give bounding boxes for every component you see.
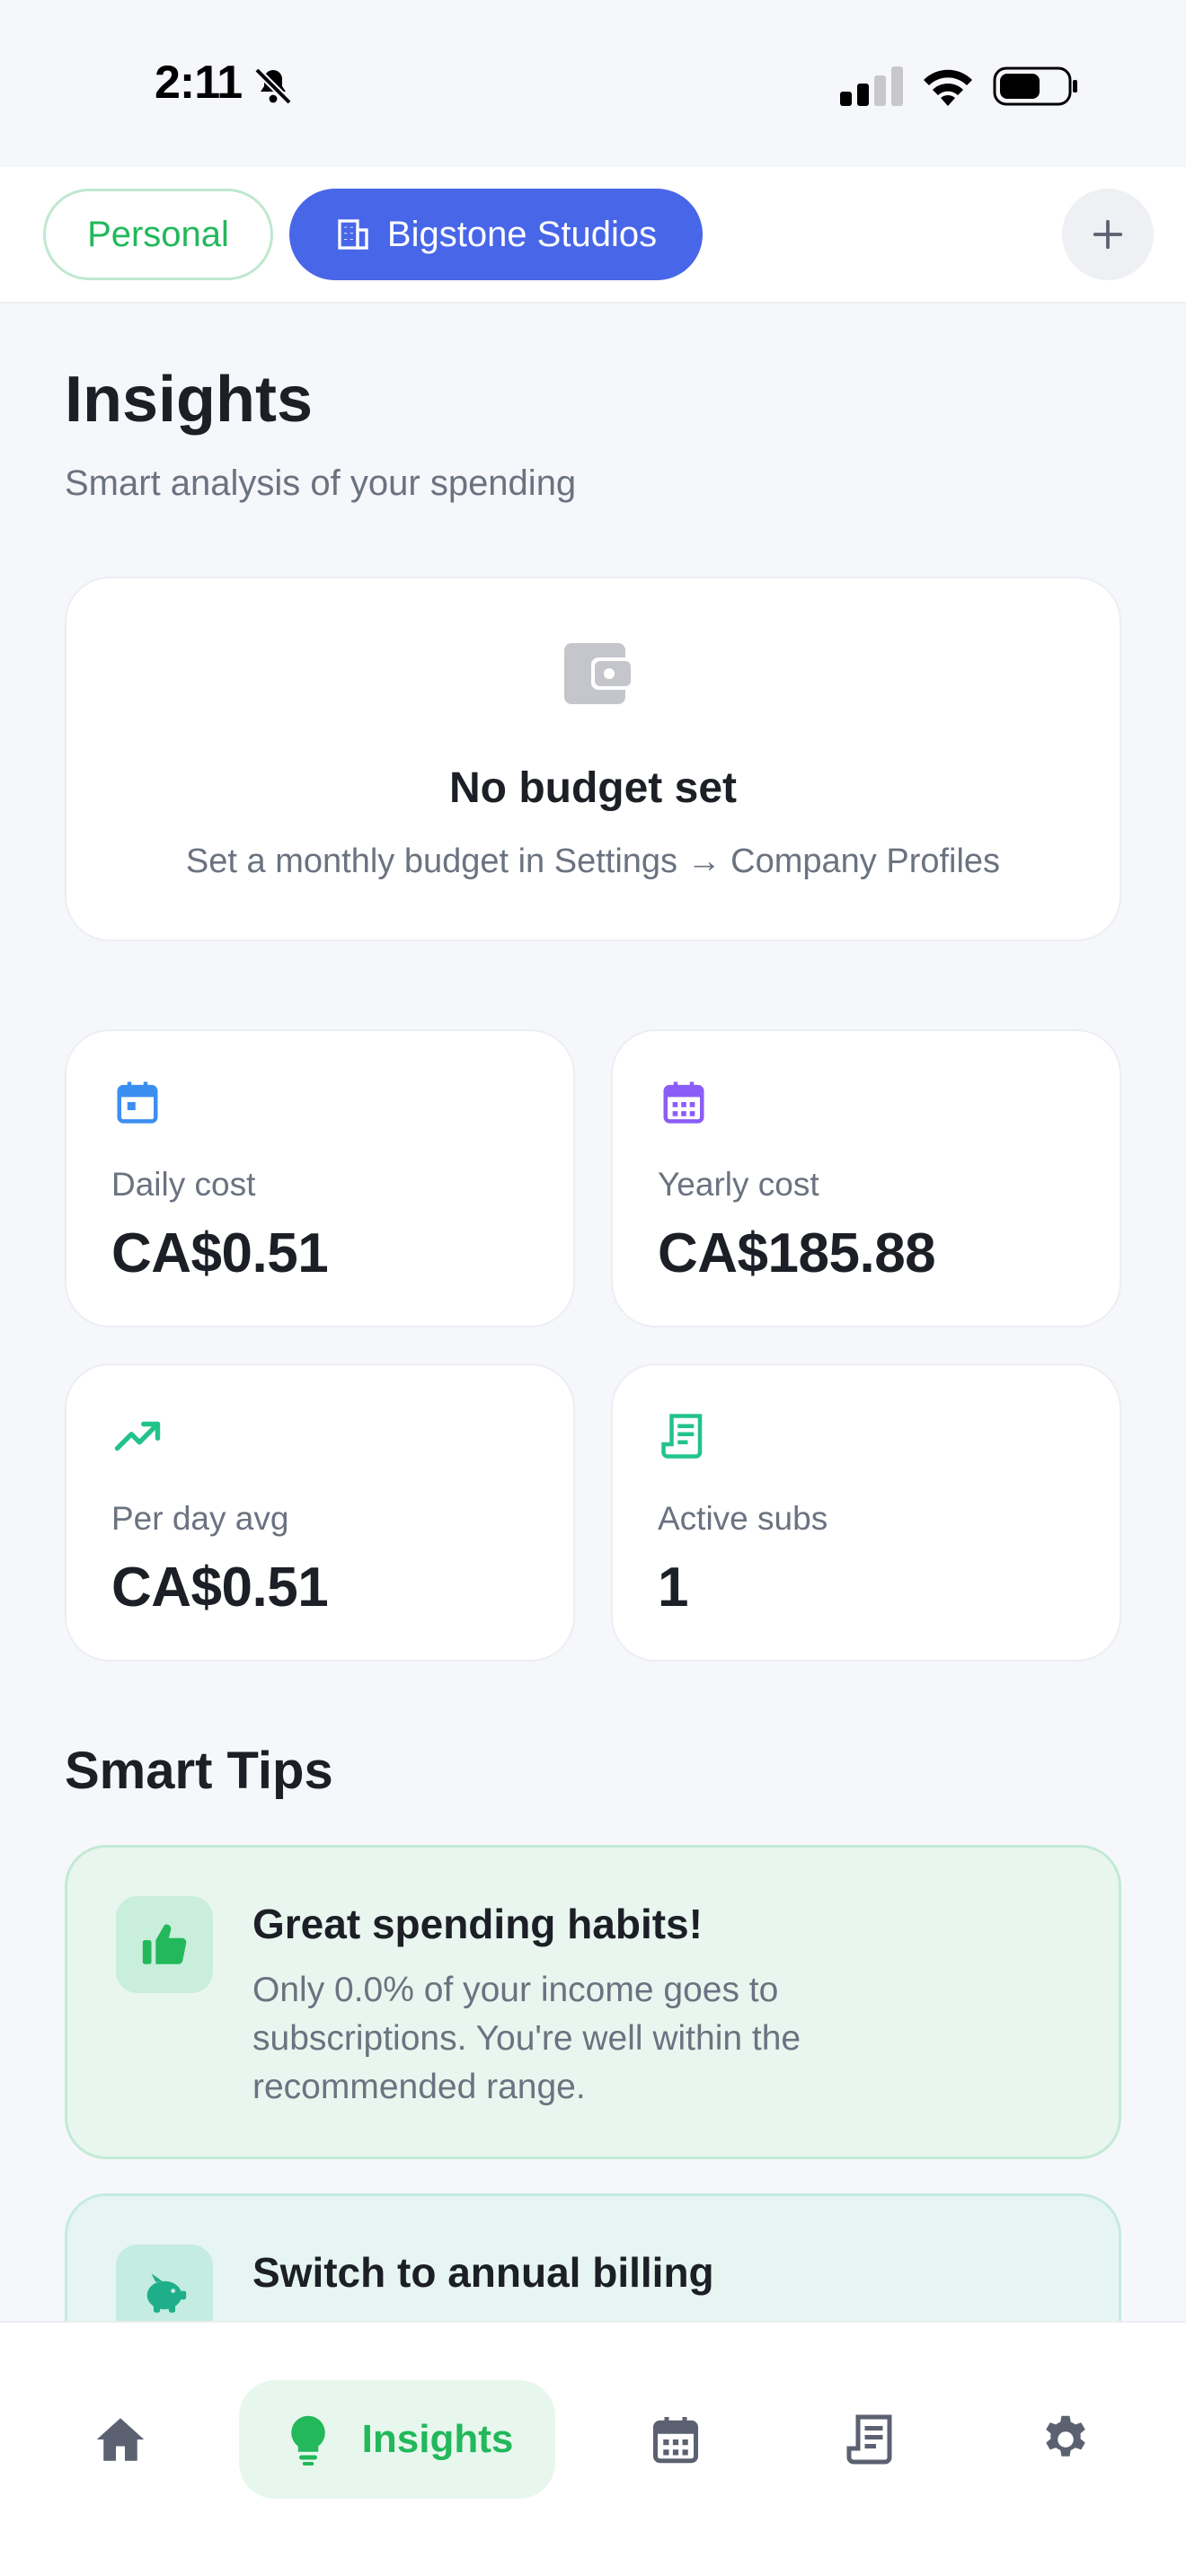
profile-chip-company[interactable]: Bigstone Studios [289, 189, 703, 280]
stat-label: Yearly cost [658, 1166, 819, 1203]
tip-title: Great spending habits! [252, 1901, 703, 1947]
budget-card: No budget set Set a monthly budget in Se… [65, 577, 1121, 941]
status-bar: 2:11 [0, 0, 1186, 167]
profile-chip-company-label: Bigstone Studios [386, 214, 658, 254]
stat-value: CA$0.51 [111, 1557, 329, 1619]
lightbulb-icon [290, 2415, 325, 2466]
status-time: 2:11 [155, 57, 243, 109]
wifi-icon [924, 69, 972, 106]
profile-chip-personal-label: Personal [87, 214, 229, 254]
stat-card-active-subs: Active subs 1 [611, 1363, 1121, 1662]
tip-card[interactable]: Switch to annual billing [65, 2193, 1121, 2325]
thumbs-up-icon [142, 1924, 187, 1964]
smart-tips-heading: Smart Tips [65, 1742, 333, 1800]
bottom-tab-bar: Insights [0, 2321, 1186, 2576]
profile-chip-personal[interactable]: Personal [43, 189, 273, 280]
tab-calendar[interactable] [620, 2380, 731, 2499]
tab-receipts[interactable] [816, 2380, 927, 2499]
building-icon [338, 219, 368, 250]
budget-title: No budget set [449, 764, 737, 812]
receipt-icon [661, 1414, 703, 1459]
profile-switcher: Personal Bigstone Studios [0, 167, 1186, 304]
stat-value: CA$0.51 [111, 1222, 329, 1284]
add-profile-button[interactable] [1062, 189, 1154, 280]
tip-card[interactable]: Great spending habits! Only 0.0% of your… [65, 1845, 1121, 2159]
tab-settings[interactable] [1010, 2380, 1121, 2499]
calendar-grid-icon [663, 1081, 704, 1124]
receipt-icon [846, 2414, 892, 2465]
tab-insights[interactable]: Insights [239, 2380, 555, 2499]
main-content[interactable]: Insights Smart analysis of your spending… [0, 304, 1186, 2325]
stat-value: 1 [658, 1557, 688, 1619]
tip-icon-container [116, 2245, 213, 2325]
insights-screen: 2:11 Personal Bigstone Studios Insights … [0, 0, 1186, 2576]
page-subtitle: Smart analysis of your spending [65, 463, 577, 503]
tip-title: Switch to annual billing [252, 2249, 714, 2296]
plus-icon [1093, 219, 1123, 250]
page-title: Insights [65, 364, 314, 436]
budget-message: Set a monthly budget in Settings → Compa… [185, 842, 1001, 880]
bell-off-icon [254, 67, 292, 105]
tab-insights-label: Insights [361, 2417, 514, 2461]
home-icon [96, 2418, 145, 2461]
wallet-icon [564, 643, 631, 704]
stat-label: Daily cost [111, 1166, 256, 1203]
stat-card-daily-cost: Daily cost CA$0.51 [65, 1029, 575, 1328]
piggy-bank-icon [146, 2273, 187, 2313]
calendar-icon [117, 1081, 158, 1124]
tip-icon-container [116, 1896, 213, 1993]
calendar-icon [653, 2417, 698, 2464]
cellular-signal-icon [840, 66, 903, 106]
battery-icon [993, 66, 1077, 106]
stat-label: Per day avg [111, 1500, 289, 1537]
stat-card-yearly-cost: Yearly cost CA$185.88 [611, 1029, 1121, 1328]
tab-home[interactable] [65, 2380, 176, 2499]
trending-up-icon [114, 1421, 161, 1451]
tip-body: Only 0.0% of your income goes to subscri… [252, 1971, 801, 2106]
stat-card-per-day-avg: Per day avg CA$0.51 [65, 1363, 575, 1662]
stat-value: CA$185.88 [658, 1222, 936, 1284]
stat-label: Active subs [658, 1500, 828, 1537]
gear-icon [1046, 2415, 1085, 2457]
